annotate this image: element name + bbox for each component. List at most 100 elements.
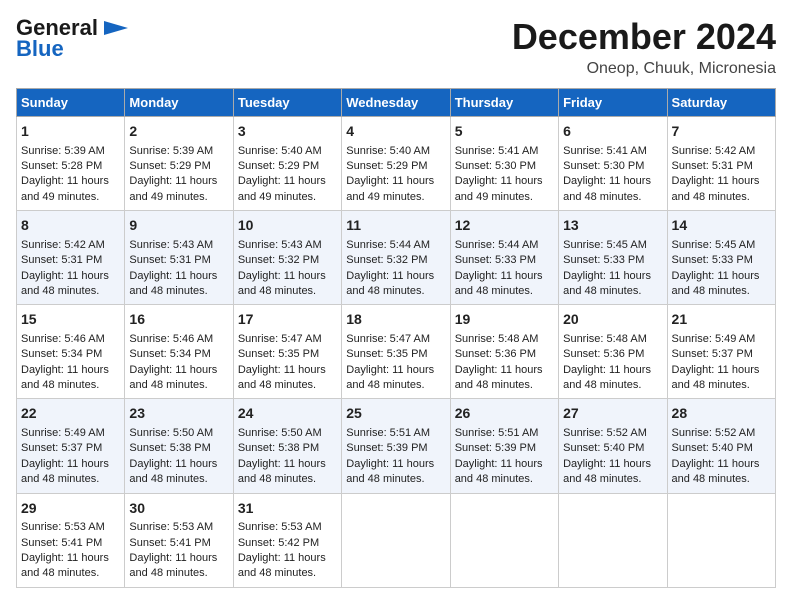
sunset-label: Sunset: 5:35 PM <box>346 348 427 360</box>
sunrise-label: Sunrise: 5:50 AM <box>238 427 322 439</box>
daylight-label: Daylight: 11 hours and 48 minutes. <box>672 364 760 391</box>
day-cell: 3Sunrise: 5:40 AMSunset: 5:29 PMDaylight… <box>233 117 341 211</box>
daylight-label: Daylight: 11 hours and 48 minutes. <box>238 364 326 391</box>
day-cell: 10Sunrise: 5:43 AMSunset: 5:32 PMDayligh… <box>233 211 341 305</box>
sunset-label: Sunset: 5:33 PM <box>455 254 536 266</box>
sunrise-label: Sunrise: 5:42 AM <box>21 239 105 251</box>
sunset-label: Sunset: 5:36 PM <box>455 348 536 360</box>
sunset-label: Sunset: 5:32 PM <box>238 254 319 266</box>
daylight-label: Daylight: 11 hours and 48 minutes. <box>238 270 326 297</box>
sunset-label: Sunset: 5:42 PM <box>238 537 319 549</box>
sunset-label: Sunset: 5:30 PM <box>455 160 536 172</box>
sunrise-label: Sunrise: 5:48 AM <box>563 333 647 345</box>
daylight-label: Daylight: 11 hours and 48 minutes. <box>346 364 434 391</box>
daylight-label: Daylight: 11 hours and 49 minutes. <box>21 175 109 202</box>
sunrise-label: Sunrise: 5:48 AM <box>455 333 539 345</box>
sunset-label: Sunset: 5:38 PM <box>129 442 210 454</box>
week-row-2: 8 Sunrise: 5:42 AM Sunset: 5:31 PM Daylight… <box>17 211 776 305</box>
sunrise-label: Sunrise: 5:50 AM <box>129 427 213 439</box>
daylight-label: Daylight: 11 hours and 48 minutes. <box>455 270 543 297</box>
title-block: December 2024 Oneop, Chuuk, Micronesia <box>512 16 776 78</box>
day-cell: 19 Sunrise: 5:48 AM Sunset: 5:36 PM Dayligh… <box>450 305 558 399</box>
sunrise-label: Sunrise: 5:46 AM <box>21 333 105 345</box>
logo-blue: Blue <box>16 36 64 62</box>
sunset-label: Sunset: 5:30 PM <box>563 160 644 172</box>
sunrise-label: Sunrise: 5:49 AM <box>21 427 105 439</box>
day-number: 10 <box>238 216 337 236</box>
day-cell: 29Sunrise: 5:53 AMSunset: 5:41 PMDayligh… <box>17 493 125 587</box>
sunset-label: Sunset: 5:29 PM <box>346 160 427 172</box>
day-cell: 9Sunrise: 5:43 AMSunset: 5:31 PMDaylight… <box>125 211 233 305</box>
day-cell: 1Sunrise: 5:39 AMSunset: 5:28 PMDaylight… <box>17 117 125 211</box>
day-cell <box>559 493 667 587</box>
day-number: 9 <box>129 216 228 236</box>
sunset-label: Sunset: 5:29 PM <box>129 160 210 172</box>
day-cell: 16Sunrise: 5:46 AMSunset: 5:34 PMDayligh… <box>125 305 233 399</box>
daylight-label: Daylight: 11 hours and 49 minutes. <box>238 175 326 202</box>
day-number: 4 <box>346 122 445 142</box>
day-number: 1 <box>21 122 120 142</box>
daylight-label: Daylight: 11 hours and 48 minutes. <box>455 364 543 391</box>
col-header-saturday: Saturday <box>667 89 775 117</box>
day-cell: 7Sunrise: 5:42 AMSunset: 5:31 PMDaylight… <box>667 117 775 211</box>
sunset-label: Sunset: 5:31 PM <box>21 254 102 266</box>
sunrise-label: Sunrise: 5:41 AM <box>455 145 539 157</box>
sunrise-label: Sunrise: 5:47 AM <box>238 333 322 345</box>
day-number: 21 <box>672 310 771 330</box>
daylight-label: Daylight: 11 hours and 48 minutes. <box>21 458 109 485</box>
sunrise-label: Sunrise: 5:52 AM <box>563 427 647 439</box>
daylight-label: Daylight: 11 hours and 48 minutes. <box>129 458 217 485</box>
day-number: 22 <box>21 404 120 424</box>
day-number: 19 <box>455 310 554 330</box>
daylight-label: Daylight: 11 hours and 49 minutes. <box>455 175 543 202</box>
daylight-label: Daylight: 11 hours and 48 minutes. <box>129 552 217 579</box>
logo: General Blue <box>16 16 128 62</box>
day-number: 8 <box>21 216 120 236</box>
week-row-4: 22 Sunrise: 5:49 AM Sunset: 5:37 PM Dayligh… <box>17 399 776 493</box>
daylight-label: Daylight: 11 hours and 48 minutes. <box>21 364 109 391</box>
col-header-sunday: Sunday <box>17 89 125 117</box>
sunrise-label: Sunrise: 5:41 AM <box>563 145 647 157</box>
logo-arrow-icon <box>100 17 128 39</box>
day-cell: 5Sunrise: 5:41 AMSunset: 5:30 PMDaylight… <box>450 117 558 211</box>
day-cell: 27Sunrise: 5:52 AMSunset: 5:40 PMDayligh… <box>559 399 667 493</box>
sunset-label: Sunset: 5:31 PM <box>129 254 210 266</box>
day-number: 17 <box>238 310 337 330</box>
day-number: 18 <box>346 310 445 330</box>
sunset-label: Sunset: 5:35 PM <box>238 348 319 360</box>
day-number: 25 <box>346 404 445 424</box>
day-number: 31 <box>238 499 337 519</box>
day-number: 26 <box>455 404 554 424</box>
daylight-label: Daylight: 11 hours and 48 minutes. <box>563 175 651 202</box>
sunrise-label: Sunrise: 5:51 AM <box>346 427 430 439</box>
sunset-label: Sunset: 5:39 PM <box>455 442 536 454</box>
header-row: SundayMondayTuesdayWednesdayThursdayFrid… <box>17 89 776 117</box>
sunrise-label: Sunrise: 5:39 AM <box>129 145 213 157</box>
day-number: 16 <box>129 310 228 330</box>
sunset-label: Sunset: 5:40 PM <box>563 442 644 454</box>
day-cell: 30Sunrise: 5:53 AMSunset: 5:41 PMDayligh… <box>125 493 233 587</box>
day-number: 24 <box>238 404 337 424</box>
col-header-wednesday: Wednesday <box>342 89 450 117</box>
day-number: 23 <box>129 404 228 424</box>
sunset-label: Sunset: 5:37 PM <box>21 442 102 454</box>
sunrise-label: Sunrise: 5:44 AM <box>455 239 539 251</box>
sunset-label: Sunset: 5:29 PM <box>238 160 319 172</box>
day-number: 12 <box>455 216 554 236</box>
col-header-tuesday: Tuesday <box>233 89 341 117</box>
sunset-label: Sunset: 5:36 PM <box>563 348 644 360</box>
day-cell: 11Sunrise: 5:44 AMSunset: 5:32 PMDayligh… <box>342 211 450 305</box>
sunrise-label: Sunrise: 5:40 AM <box>346 145 430 157</box>
day-cell: 23 Sunrise: 5:50 AM Sunset: 5:38 PM Dayligh… <box>125 399 233 493</box>
week-row-1: 1Sunrise: 5:39 AMSunset: 5:28 PMDaylight… <box>17 117 776 211</box>
daylight-label: Daylight: 11 hours and 48 minutes. <box>672 175 760 202</box>
day-cell: 8Sunrise: 5:42 AMSunset: 5:31 PMDaylight… <box>17 211 125 305</box>
day-number: 7 <box>672 122 771 142</box>
calendar-table: SundayMondayTuesdayWednesdayThursdayFrid… <box>16 88 776 588</box>
sunrise-label: Sunrise: 5:49 AM <box>672 333 756 345</box>
daylight-label: Daylight: 11 hours and 48 minutes. <box>563 458 651 485</box>
daylight-label: Daylight: 11 hours and 48 minutes. <box>455 458 543 485</box>
sunrise-label: Sunrise: 5:39 AM <box>21 145 105 157</box>
week-row-3: 15Sunrise: 5:46 AMSunset: 5:34 PMDayligh… <box>17 305 776 399</box>
day-number: 28 <box>672 404 771 424</box>
